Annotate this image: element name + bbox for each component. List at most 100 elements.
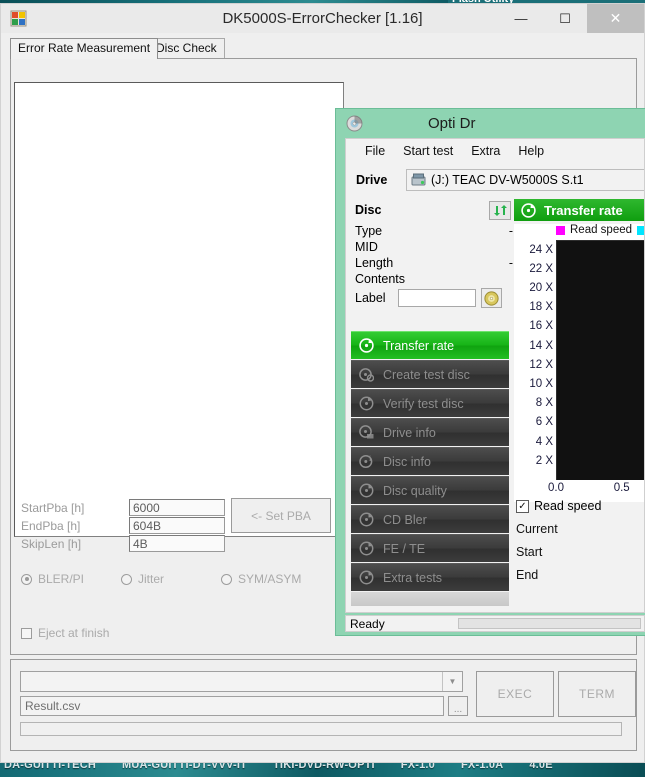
test-label: Disc info [383,454,431,469]
disc-info-icon: i [359,454,373,469]
tab-disc-check[interactable]: Disc Check [148,38,225,58]
profile-combobox[interactable]: ▼ [20,671,463,692]
window-controls: — ☐ ✕ [499,4,644,33]
endpba-input[interactable]: 604B [129,517,225,534]
menu-start-test[interactable]: Start test [394,144,462,158]
cd-icon[interactable] [481,288,502,308]
checkbox-icon: ✓ [516,499,529,513]
menu-file[interactable]: File [356,144,394,158]
disc-length-label: Length [355,256,394,270]
test-label: Transfer rate [383,338,455,353]
disc-info-grid: Type - MID Length - Contents [355,223,513,287]
test-button-verify-test-disc[interactable]: Verify test disc [351,389,509,417]
maximize-button[interactable]: ☐ [543,4,587,33]
minimize-button[interactable]: — [499,4,543,33]
test-button-transfer-rate[interactable]: Transfer rate [351,331,509,359]
menu-help[interactable]: Help [509,144,553,158]
chart-y-tick: 6 X [511,416,560,428]
test-label: FE / TE [383,541,426,556]
chart-y-tick: 10 X [511,378,560,390]
read-speed-label: Read speed [534,499,602,513]
result-file-input[interactable]: Result.csv [20,696,444,716]
legend-swatch-rpm [637,225,644,235]
radio-bler-pi-label: BLER/PI [38,572,85,586]
chart-y-tick: 24 X [511,244,560,256]
extra-tests-icon [359,570,374,585]
stat-end-label: End [516,568,539,582]
stat-current-label: Current [516,522,558,536]
odc-status-progress [458,618,641,629]
test-label: Drive info [383,425,436,440]
drive-icon [411,173,426,186]
radio-bler-pi[interactable]: BLER/PI [21,572,84,586]
disc-icon [346,115,363,132]
transfer-rate-chart: Transfer rate Read speed RPM 24 X 22 X 20 … [511,199,644,612]
cd-bler-icon [359,512,374,527]
test-button-drive-info[interactable]: Drive info [351,418,509,446]
chart-plot-area [556,240,644,480]
disc-type-value: - [508,224,513,238]
chart-y-axis: 24 X 22 X 20 X 18 X 16 X 14 X 12 X 10 X 8 X 6 X 4 … [511,240,560,480]
odc-menubar: File Start test Extra Help [346,139,644,163]
test-button-fe-te[interactable]: FE / TE [351,534,509,562]
disc-quality-icon [359,483,374,498]
disc-type-label: Type [355,224,383,238]
startpba-input[interactable]: 6000 [129,499,225,516]
disc-contents-label: Contents [355,272,406,286]
transfer-rate-icon [521,202,536,218]
exec-button[interactable]: EXEC [476,671,554,717]
disc-mid-label: MID [355,240,378,254]
test-label: CD Bler [383,512,427,527]
tab-error-rate-measurement[interactable]: Error Rate Measurement [10,38,159,59]
eject-at-finish-checkbox[interactable]: Eject at finish [21,626,109,640]
test-button-disc-quality[interactable]: Disc quality [351,476,509,504]
odc-client-area: File Start test Extra Help Drive (J:) TE… [345,138,645,613]
startpba-label: StartPba [h] [21,500,85,515]
test-button-create-test-disc[interactable]: Create test disc [351,360,509,388]
legend-swatch-read-speed [556,225,565,235]
opti-drive-control-window: Opti Dr File Start test Extra Help Drive… [335,108,645,636]
refresh-icon[interactable] [489,200,511,220]
odc-status-bar: Ready [345,615,645,632]
test-button-extra-tests[interactable]: Extra tests [351,563,509,591]
drive-value: (J:) TEAC DV-W5000S S.t1 [431,173,584,187]
set-pba-button[interactable]: <- Set PBA [231,498,331,533]
odc-titlebar[interactable]: Opti Dr [336,109,645,138]
startpba-row: StartPba [h] 6000 [21,499,225,516]
chart-y-tick: 22 X [511,263,560,275]
test-button-list: Transfer rate Create test disc Verify te… [351,331,509,606]
radio-sym-asym-label: SYM/ASYM [238,572,302,586]
main-titlebar[interactable]: DK5000S-ErrorChecker [1.16] — ☐ ✕ [1,4,644,33]
radio-jitter[interactable]: Jitter [121,572,164,586]
chart-x-axis: 0.00.51.0 [548,482,644,498]
tabstrip: Error Rate Measurement Disc Check [10,38,637,59]
chart-x-tick: 0.5 [613,482,630,494]
term-button[interactable]: TERM [558,671,636,717]
chart-x-tick: 0.0 [548,482,564,494]
chart-y-tick: 20 X [511,282,560,294]
radio-sym-asym[interactable]: SYM/ASYM [221,572,301,586]
disc-label-input[interactable] [398,289,476,307]
drive-selector[interactable]: (J:) TEAC DV-W5000S S.t1 [406,169,644,191]
chart-y-tick: 12 X [511,359,560,371]
endpba-label: EndPba [h] [21,518,81,533]
verify-test-disc-icon [359,396,374,411]
chart-plot-box: Read speed RPM 24 X 22 X 20 X 18 X 16 X 14 X 1… [511,224,644,502]
test-button-disc-info[interactable]: i Disc info [351,447,509,475]
close-button[interactable]: ✕ [587,4,644,33]
test-label: Disc quality [383,483,447,498]
radio-icon [221,573,232,585]
chart-y-tick: 16 X [511,320,560,332]
skiplen-input[interactable]: 4B [129,535,225,552]
chevron-down-icon: ▼ [442,672,462,691]
transfer-rate-icon [359,338,374,353]
read-speed-checkbox[interactable]: ✓ Read speed [516,499,601,513]
browse-button[interactable]: ... [448,696,468,716]
menu-extra[interactable]: Extra [462,144,509,158]
skiplen-row: SkipLen [h] 4B [21,535,225,552]
chart-y-tick: 14 X [511,340,560,352]
test-button-cd-bler[interactable]: CD Bler [351,505,509,533]
drive-label: Drive [356,173,388,187]
radio-icon [21,573,32,585]
test-label: Verify test disc [383,396,464,411]
